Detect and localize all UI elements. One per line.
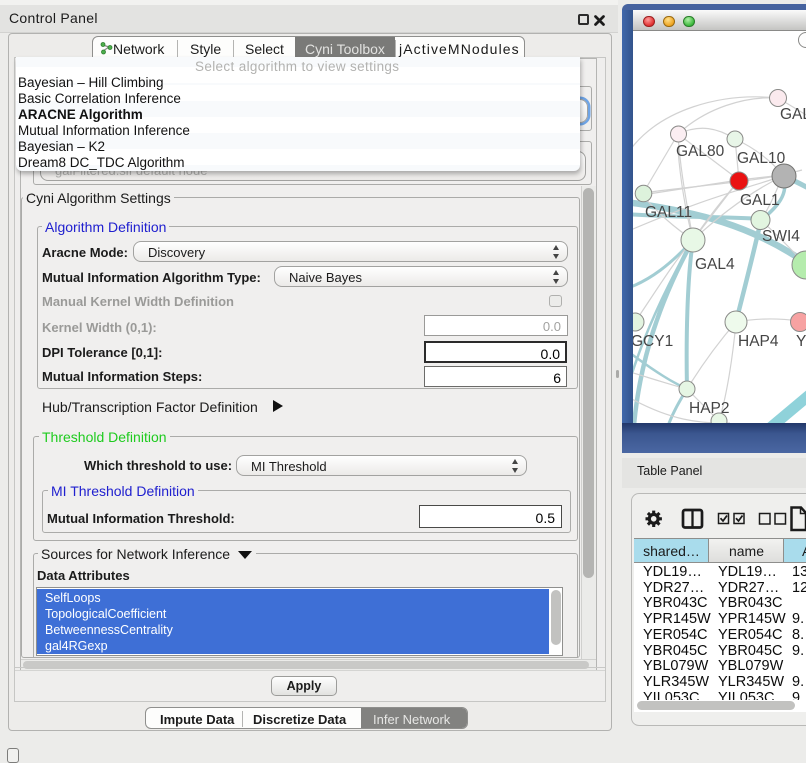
svg-text:GAL80: GAL80 — [676, 143, 725, 160]
svg-text:SWI4: SWI4 — [762, 228, 800, 245]
svg-text:GAL1: GAL1 — [740, 192, 780, 209]
svg-text:GAL10: GAL10 — [737, 150, 786, 167]
svg-text:HAP4: HAP4 — [738, 333, 779, 350]
svg-text:GAL4: GAL4 — [695, 256, 735, 273]
svg-text:GCY1: GCY1 — [633, 333, 673, 350]
svg-text:GAL: GAL — [780, 106, 806, 123]
svg-text:HAP2: HAP2 — [689, 400, 730, 417]
svg-text:GAL11: GAL11 — [645, 204, 692, 221]
svg-text:Y: Y — [796, 333, 806, 350]
